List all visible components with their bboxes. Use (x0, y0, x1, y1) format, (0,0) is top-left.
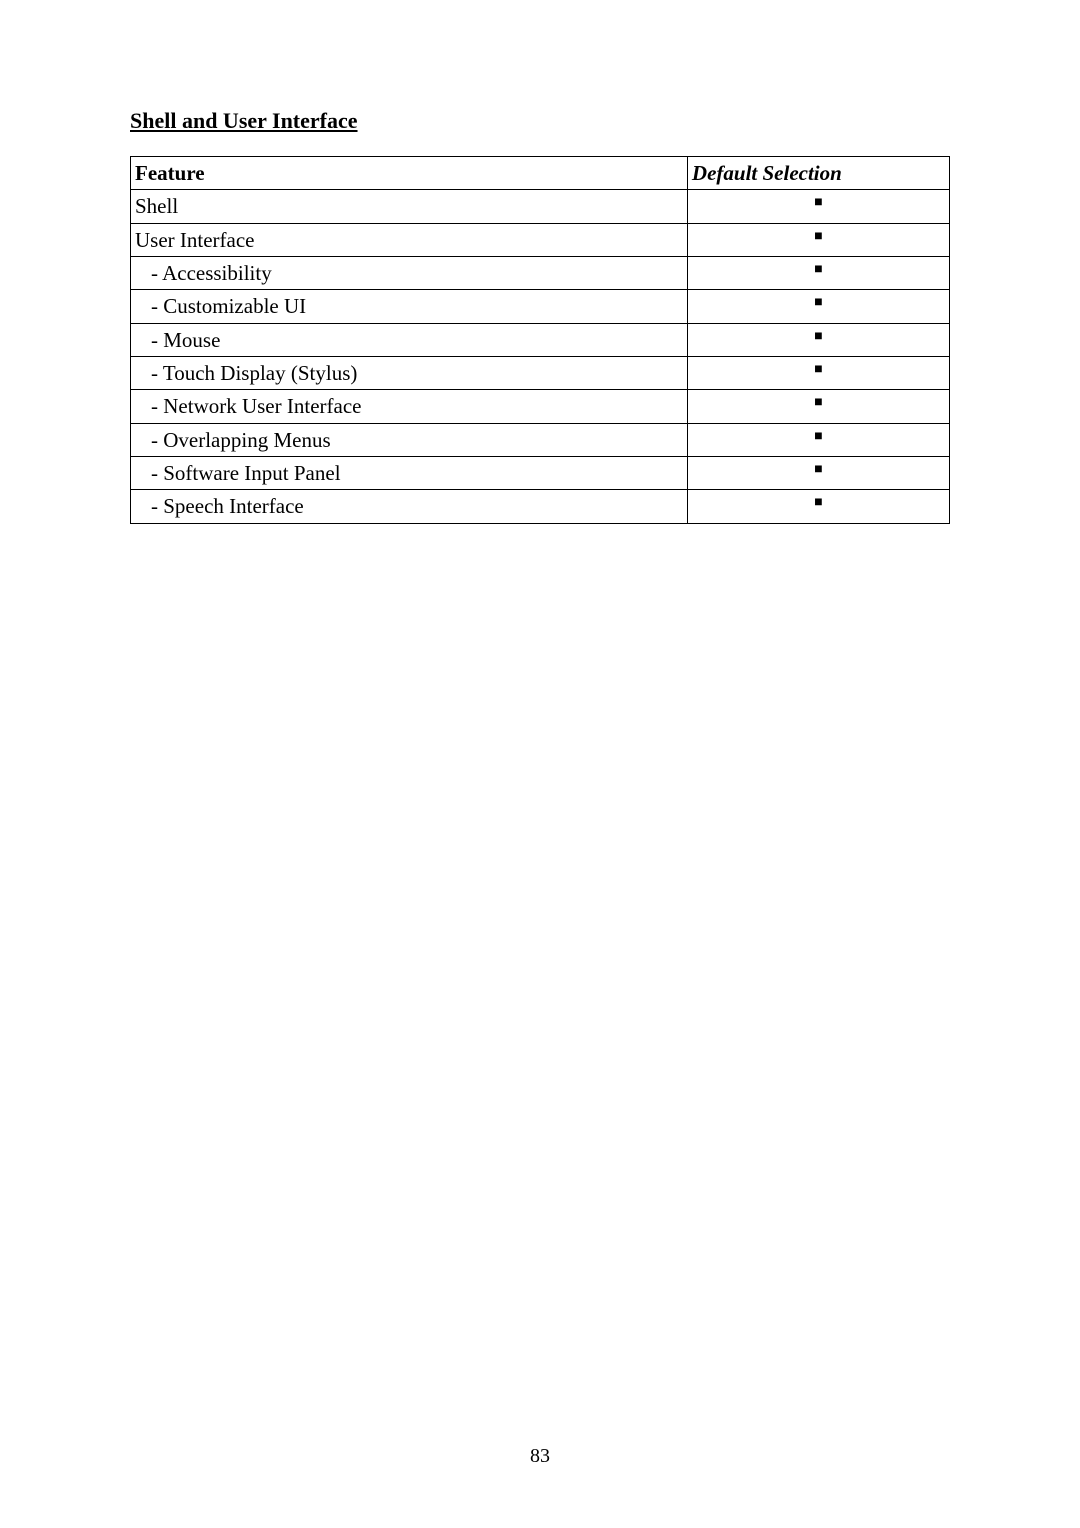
table-row: - Overlapping Menus ■ (131, 423, 950, 456)
selected-square-icon: ■ (814, 460, 822, 476)
selected-square-icon: ■ (814, 193, 822, 209)
table-row: Shell ■ (131, 190, 950, 223)
default-selection-cell: ■ (687, 423, 949, 456)
selected-square-icon: ■ (814, 327, 822, 343)
feature-label: - Accessibility (135, 259, 272, 287)
default-selection-cell: ■ (687, 257, 949, 290)
feature-label: Shell (135, 192, 178, 220)
selected-square-icon: ■ (814, 427, 822, 443)
table-row: - Customizable UI ■ (131, 290, 950, 323)
feature-cell: - Software Input Panel (131, 457, 688, 490)
feature-label: - Mouse (135, 326, 220, 354)
selected-square-icon: ■ (814, 227, 822, 243)
page-number: 83 (0, 1445, 1080, 1468)
default-selection-cell: ■ (687, 390, 949, 423)
feature-label: - Software Input Panel (135, 459, 341, 487)
feature-cell: - Network User Interface (131, 390, 688, 423)
table-row: - Network User Interface ■ (131, 390, 950, 423)
feature-cell: - Touch Display (Stylus) (131, 357, 688, 390)
selected-square-icon: ■ (814, 260, 822, 276)
feature-label: - Network User Interface (135, 392, 361, 420)
default-selection-cell: ■ (687, 323, 949, 356)
selected-square-icon: ■ (814, 493, 822, 509)
table-row: - Mouse ■ (131, 323, 950, 356)
default-selection-cell: ■ (687, 490, 949, 523)
feature-cell: - Customizable UI (131, 290, 688, 323)
table-header-row: Feature Default Selection (131, 157, 950, 190)
feature-table: Feature Default Selection Shell■User Int… (130, 156, 950, 524)
feature-label: User Interface (135, 226, 255, 254)
feature-label: - Overlapping Menus (135, 426, 331, 454)
default-selection-cell: ■ (687, 357, 949, 390)
page: Shell and User Interface Feature Default… (0, 0, 1080, 1528)
selected-square-icon: ■ (814, 393, 822, 409)
default-selection-cell: ■ (687, 190, 949, 223)
feature-cell: Shell (131, 190, 688, 223)
table-row: - Accessibility ■ (131, 257, 950, 290)
default-selection-cell: ■ (687, 290, 949, 323)
col-header-default: Default Selection (687, 157, 949, 190)
table-row: - Software Input Panel ■ (131, 457, 950, 490)
default-selection-cell: ■ (687, 223, 949, 256)
feature-cell: - Speech Interface (131, 490, 688, 523)
col-header-feature: Feature (131, 157, 688, 190)
feature-cell: User Interface (131, 223, 688, 256)
default-selection-cell: ■ (687, 457, 949, 490)
table-row: User Interface ■ (131, 223, 950, 256)
feature-cell: - Overlapping Menus (131, 423, 688, 456)
feature-cell: - Mouse (131, 323, 688, 356)
section-heading: Shell and User Interface (130, 108, 950, 134)
selected-square-icon: ■ (814, 360, 822, 376)
table-row: - Touch Display (Stylus) ■ (131, 357, 950, 390)
feature-label: - Customizable UI (135, 292, 306, 320)
feature-cell: - Accessibility (131, 257, 688, 290)
feature-label: - Touch Display (Stylus) (135, 359, 357, 387)
table-row: - Speech Interface ■ (131, 490, 950, 523)
feature-label: - Speech Interface (135, 492, 304, 520)
selected-square-icon: ■ (814, 293, 822, 309)
